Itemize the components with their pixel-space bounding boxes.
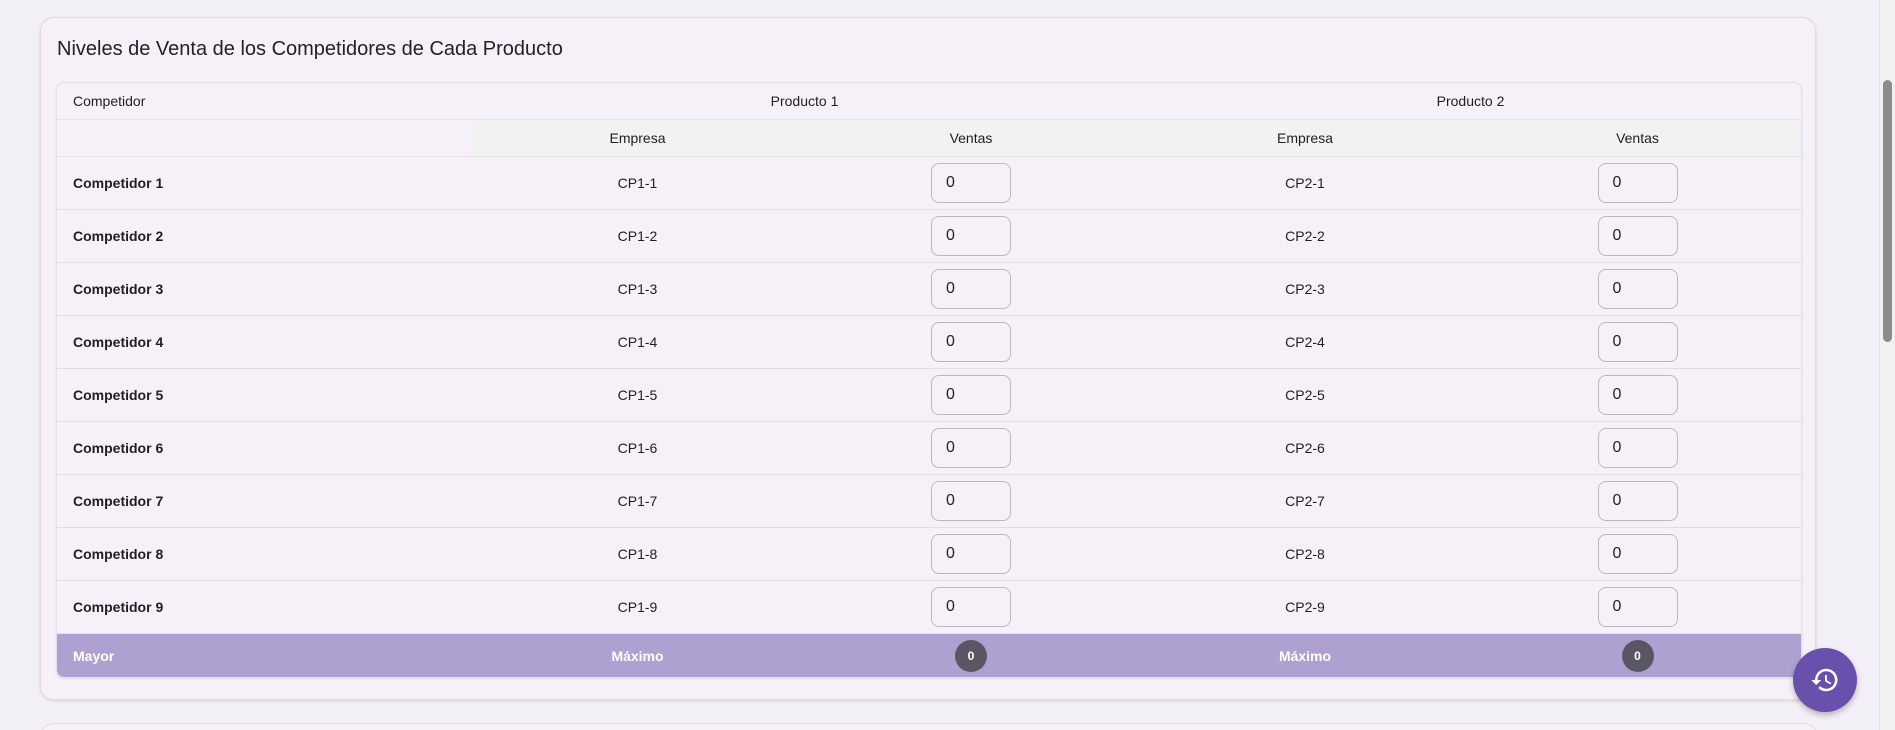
page: Niveles de Venta de los Competidores de …	[0, 0, 1895, 730]
table-row: Competidor 8 CP1-8 CP2-8	[57, 527, 1801, 581]
p1-sales-input[interactable]	[931, 534, 1011, 574]
p2-company: CP2-1	[1138, 156, 1472, 210]
p2-sales-input[interactable]	[1597, 216, 1678, 256]
subheader-p1-sales: Ventas	[804, 119, 1138, 157]
p1-company: CP1-2	[471, 209, 804, 263]
p2-company: CP2-8	[1138, 527, 1472, 581]
subheader-blank	[57, 119, 471, 157]
subheader-p2-company: Empresa	[1138, 119, 1472, 157]
p2-company: CP2-7	[1138, 474, 1472, 528]
header-product-1: Producto 1	[471, 83, 1138, 120]
table-header-row: Competidor Producto 1 Producto 2	[57, 83, 1801, 120]
competitor-name: Competidor 8	[57, 527, 471, 581]
table-footer-row: Mayor Máximo 0 Máximo 0	[57, 633, 1801, 677]
p1-sales-input[interactable]	[931, 216, 1011, 256]
p2-company: CP2-9	[1138, 580, 1472, 634]
footer-p1-label: Máximo	[471, 633, 804, 677]
table-row: Competidor 9 CP1-9 CP2-9	[57, 580, 1801, 634]
p2-sales-input[interactable]	[1597, 375, 1678, 415]
table-row: Competidor 4 CP1-4 CP2-4	[57, 315, 1801, 369]
p1-company: CP1-9	[471, 580, 804, 634]
footer-p2-label: Máximo	[1138, 633, 1472, 677]
p1-company: CP1-1	[471, 156, 804, 210]
p1-company: CP1-6	[471, 421, 804, 475]
table-row: Competidor 1 CP1-1 CP2-1	[57, 156, 1801, 210]
table-row: Competidor 2 CP1-2 CP2-2	[57, 209, 1801, 263]
competitor-name: Competidor 1	[57, 156, 471, 210]
competitor-name: Competidor 2	[57, 209, 471, 263]
table-row: Competidor 3 CP1-3 CP2-3	[57, 262, 1801, 316]
p1-sales-input[interactable]	[931, 375, 1011, 415]
table-row: Competidor 5 CP1-5 CP2-5	[57, 368, 1801, 422]
section-title: Niveles de Venta de los Competidores de …	[57, 38, 563, 60]
p1-company: CP1-5	[471, 368, 804, 422]
page-scrollbar[interactable]	[1879, 0, 1895, 730]
p1-sales-input[interactable]	[931, 428, 1011, 468]
p2-sales-input[interactable]	[1597, 322, 1678, 362]
p2-sales-input[interactable]	[1597, 163, 1678, 203]
p2-sales-input[interactable]	[1597, 481, 1678, 521]
p1-sales-input[interactable]	[931, 163, 1011, 203]
p1-company: CP1-3	[471, 262, 804, 316]
table-subheader-row: Empresa Ventas Empresa Ventas	[57, 119, 1801, 157]
competitor-name: Competidor 4	[57, 315, 471, 369]
p2-company: CP2-6	[1138, 421, 1472, 475]
competitor-name: Competidor 6	[57, 421, 471, 475]
p1-company: CP1-8	[471, 527, 804, 581]
competitor-sales-table: Competidor Producto 1 Producto 2 Empresa…	[56, 82, 1802, 678]
competitor-sales-card: Niveles de Venta de los Competidores de …	[40, 17, 1816, 700]
p1-company: CP1-4	[471, 315, 804, 369]
history-icon	[1811, 668, 1838, 692]
p2-sales-input[interactable]	[1597, 587, 1678, 627]
p1-company: CP1-7	[471, 474, 804, 528]
header-product-2: Producto 2	[1138, 83, 1801, 120]
p2-company: CP2-5	[1138, 368, 1472, 422]
footer-p1-max-badge: 0	[955, 640, 987, 672]
subheader-p2-sales: Ventas	[1472, 119, 1801, 157]
scrollbar-thumb[interactable]	[1883, 80, 1892, 342]
competitor-name: Competidor 9	[57, 580, 471, 634]
p1-sales-input[interactable]	[931, 269, 1011, 309]
next-section-card	[40, 723, 1818, 730]
history-fab-button[interactable]	[1793, 648, 1857, 712]
p2-company: CP2-2	[1138, 209, 1472, 263]
p2-company: CP2-4	[1138, 315, 1472, 369]
footer-label: Mayor	[57, 633, 471, 677]
p1-sales-input[interactable]	[931, 587, 1011, 627]
competitor-name: Competidor 5	[57, 368, 471, 422]
p1-sales-input[interactable]	[931, 481, 1011, 521]
header-competitor: Competidor	[57, 83, 471, 120]
p2-sales-input[interactable]	[1597, 269, 1678, 309]
p2-sales-input[interactable]	[1597, 428, 1678, 468]
competitor-name: Competidor 7	[57, 474, 471, 528]
table-row: Competidor 7 CP1-7 CP2-7	[57, 474, 1801, 528]
competitor-name: Competidor 3	[57, 262, 471, 316]
subheader-p1-company: Empresa	[471, 119, 804, 157]
p1-sales-input[interactable]	[931, 322, 1011, 362]
p2-sales-input[interactable]	[1597, 534, 1678, 574]
footer-p2-max-badge: 0	[1621, 640, 1654, 672]
table-row: Competidor 6 CP1-6 CP2-6	[57, 421, 1801, 475]
p2-company: CP2-3	[1138, 262, 1472, 316]
